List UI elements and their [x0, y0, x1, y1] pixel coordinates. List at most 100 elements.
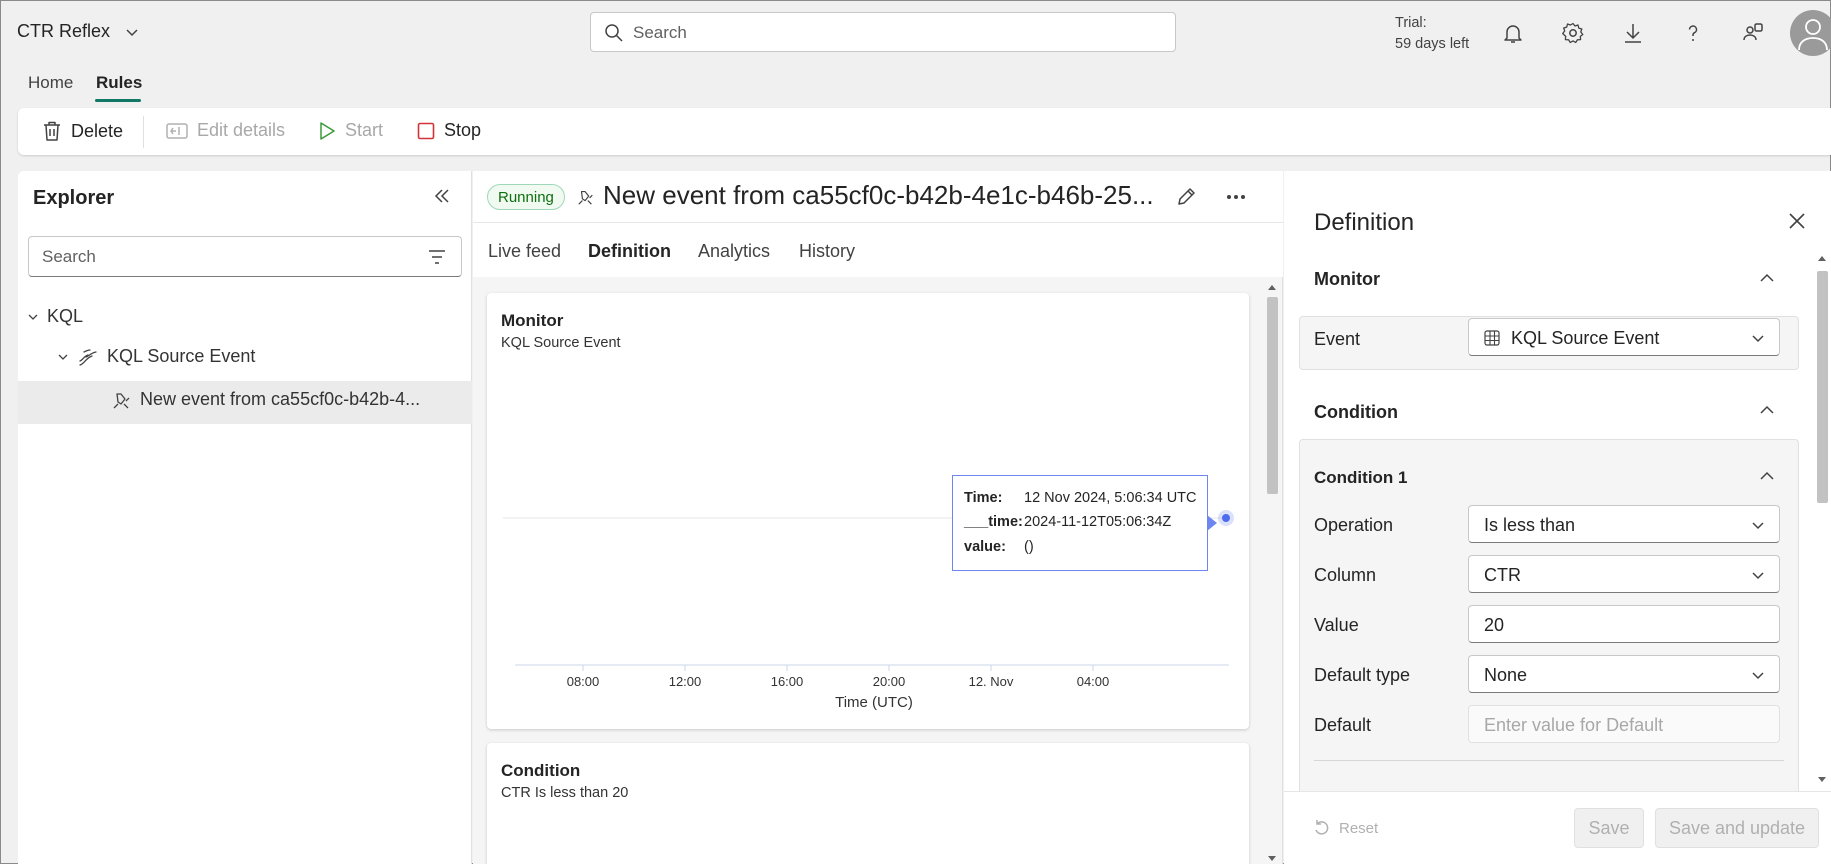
trash-icon [42, 120, 62, 142]
condition-card-subtitle: CTR Is less than 20 [501, 785, 629, 801]
tab-history[interactable]: History [799, 241, 855, 262]
rule-icon [577, 188, 595, 206]
tooltip-value-label: value: [964, 539, 1006, 555]
chart-point [1222, 514, 1230, 522]
definition-footer: Reset Save Save and update [1284, 791, 1831, 864]
event-label: Event [1314, 329, 1361, 349]
explorer-search-placeholder: Search [42, 247, 96, 266]
help-icon[interactable] [1679, 19, 1707, 47]
edit-details-button[interactable]: Edit details [166, 120, 285, 141]
rule-title: New event from ca55cf0c-b42b-4e1c-b46b-2… [603, 180, 1154, 210]
monitor-section-header[interactable]: Monitor [1314, 269, 1380, 290]
value-input-text: 20 [1484, 615, 1505, 635]
default-type-dropdown[interactable]: None [1468, 655, 1780, 693]
tooltip-pointer [1207, 515, 1217, 531]
value-label: Value [1314, 615, 1359, 635]
column-label: Column [1314, 565, 1377, 585]
tooltip-raw-time-label: ___time: [964, 514, 1023, 530]
default-type-dropdown-value: None [1484, 665, 1528, 685]
global-search-input[interactable]: Search [590, 12, 1176, 52]
condition-section-header[interactable]: Condition [1314, 402, 1398, 423]
default-label: Default [1314, 715, 1372, 735]
x-tick-label: 04:00 [1077, 674, 1110, 689]
toolbar: Delete Edit details Start Stop [18, 108, 1831, 155]
trial-days-left: 59 days left [1395, 36, 1470, 52]
download-icon[interactable] [1619, 19, 1647, 47]
bell-icon[interactable] [1499, 19, 1527, 47]
start-label: Start [345, 120, 384, 140]
rule-tabs: Live feed Definition Analytics History [473, 223, 1283, 277]
condition-1-header[interactable]: Condition 1 [1314, 468, 1407, 488]
avatar[interactable] [1790, 10, 1831, 56]
operation-dropdown-value: Is less than [1484, 515, 1576, 535]
table-icon [1484, 330, 1500, 346]
column-dropdown[interactable]: CTR [1468, 555, 1780, 593]
reset-icon [1313, 819, 1331, 837]
tree-item-kql[interactable]: KQL [27, 306, 83, 327]
definition-scrollbar[interactable] [1814, 251, 1830, 787]
x-tick-label: 20:00 [873, 674, 906, 689]
explorer-pane: Explorer Search KQL KQL Source Event New… [18, 171, 472, 864]
chevron-up-icon[interactable] [1758, 467, 1776, 485]
stop-icon [417, 122, 435, 140]
close-icon[interactable] [1787, 211, 1807, 231]
delete-label: Delete [71, 120, 124, 141]
pencil-icon[interactable] [1175, 186, 1197, 208]
definition-panel: Definition Monitor Event KQL Source Even… [1284, 171, 1831, 864]
share-people-icon[interactable] [1739, 19, 1767, 47]
tab-definition[interactable]: Definition [588, 241, 671, 262]
rule-header: Running New event from ca55cf0c-b42b-4e1… [473, 171, 1283, 223]
delete-button[interactable]: Delete [42, 120, 123, 142]
reset-button[interactable]: Reset [1313, 819, 1378, 837]
tree-item-rule[interactable]: New event from ca55cf0c-b42b-4... [112, 389, 420, 410]
chevron-up-icon[interactable] [1758, 401, 1776, 419]
tab-live-feed[interactable]: Live feed [488, 241, 561, 262]
start-button[interactable]: Start [318, 120, 383, 141]
app-title[interactable]: CTR Reflex [17, 21, 110, 42]
trial-status: Trial: 59 days left [1395, 13, 1469, 55]
more-options-icon[interactable] [1225, 187, 1247, 207]
search-icon [604, 23, 624, 43]
edit-details-icon [166, 122, 188, 140]
event-stream-icon [77, 347, 99, 367]
explorer-search-input[interactable]: Search [28, 236, 462, 277]
x-tick-label: 12. Nov [969, 674, 1014, 689]
chevron-down-icon [1751, 518, 1765, 532]
definition-title: Definition [1314, 209, 1415, 236]
column-dropdown-value: CTR [1484, 565, 1521, 585]
filter-icon[interactable] [427, 248, 447, 266]
event-dropdown[interactable]: KQL Source Event [1468, 318, 1780, 356]
event-dropdown-value: KQL Source Event [1511, 328, 1660, 348]
collapse-pane-icon[interactable] [433, 187, 451, 205]
edit-details-label: Edit details [197, 120, 286, 140]
monitor-card: Monitor KQL Source Event 08:00 12:00 16:00… [487, 293, 1249, 729]
chevron-down-icon[interactable] [27, 311, 39, 323]
stop-label: Stop [444, 120, 482, 140]
chevron-down-icon [1751, 568, 1765, 582]
chevron-down-icon[interactable] [57, 351, 69, 363]
active-tab-indicator [95, 99, 141, 102]
section-divider [1314, 760, 1784, 761]
tooltip-time-label: Time: [964, 490, 1003, 506]
x-tick-label: 16:00 [771, 674, 804, 689]
value-input[interactable]: 20 [1468, 605, 1780, 643]
tab-rules[interactable]: Rules [96, 73, 142, 93]
operation-dropdown[interactable]: Is less than [1468, 505, 1780, 543]
tab-home[interactable]: Home [28, 73, 73, 93]
default-input-placeholder: Enter value for Default [1484, 715, 1664, 735]
chevron-down-icon[interactable] [125, 25, 139, 39]
stop-button[interactable]: Stop [417, 120, 481, 141]
tab-analytics[interactable]: Analytics [698, 241, 770, 262]
save-button[interactable]: Save [1574, 808, 1644, 848]
tree-item-kql-source-event[interactable]: KQL Source Event [57, 346, 255, 367]
rule-center-pane: Running New event from ca55cf0c-b42b-4e1… [473, 171, 1283, 864]
x-tick-label: 08:00 [567, 674, 600, 689]
chart-tooltip: Time: 12 Nov 2024, 5:06:34 UTC ___time: … [952, 475, 1217, 571]
tree-item-label: New event from ca55cf0c-b42b-4... [140, 389, 421, 409]
condition-card-title: Condition [501, 761, 581, 780]
chevron-up-icon[interactable] [1758, 269, 1776, 287]
default-input[interactable]: Enter value for Default [1468, 705, 1780, 743]
gear-icon[interactable] [1559, 19, 1587, 47]
save-and-update-button[interactable]: Save and update [1655, 808, 1819, 848]
center-scrollbar[interactable] [1265, 281, 1279, 864]
